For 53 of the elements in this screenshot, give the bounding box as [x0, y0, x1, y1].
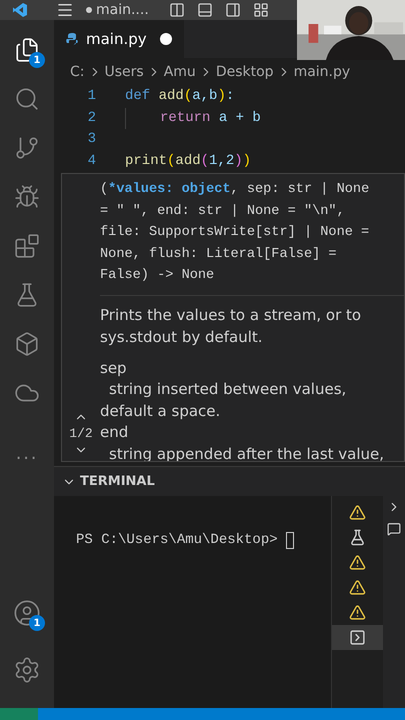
files-tab[interactable]: 1 — [9, 32, 45, 68]
warning-icon — [349, 604, 366, 621]
blocks-icon — [14, 233, 40, 259]
warning-icon — [349, 504, 366, 521]
warning-icon — [349, 579, 366, 596]
panel-icon[interactable] — [196, 2, 213, 18]
panel-header[interactable]: TERMINAL — [54, 466, 405, 496]
count-badge: 1 — [29, 615, 45, 631]
line-number: 3 — [86, 130, 97, 150]
chat-icon[interactable] — [387, 522, 401, 536]
breadcrumb[interactable]: main.py — [294, 62, 350, 82]
account-tab[interactable]: 1 — [9, 595, 45, 631]
gear-icon — [13, 656, 41, 684]
python-icon — [66, 33, 78, 45]
line-number: 1 — [86, 87, 97, 106]
panel-title: TERMINAL — [80, 472, 155, 491]
line-number: 4 — [86, 152, 97, 171]
param-description: string inserted between values, default a space. — [100, 379, 348, 422]
window-title: main.... — [86, 0, 149, 20]
line-number: 2 — [86, 108, 97, 128]
terminal-tab[interactable] — [332, 625, 383, 650]
breadcrumb[interactable]: C: — [70, 62, 84, 82]
code-line: def add(a,b): — [125, 87, 234, 106]
code-line: return a + b — [160, 108, 261, 128]
signature-text: (*values: object, sep: str | None = " ", end: str | None = "\n", file: SupportsWrite[str] | None = None, flush: Literal[False] = False) -> None — [100, 174, 404, 296]
description-text: Prints the values to a stream, or to sys.stdout by default. — [100, 304, 362, 348]
tab-label: main.py — [86, 28, 147, 50]
editor-tab[interactable]: main.py — [54, 20, 184, 58]
bug-icon — [14, 184, 40, 210]
breadcrumb[interactable]: Amu — [164, 62, 196, 82]
count-badge: 1 — [29, 52, 45, 68]
code-line: print(add(1,2)) — [125, 152, 252, 171]
flask-icon — [349, 529, 366, 546]
more-label[interactable]: ... — [16, 440, 38, 468]
files-icon — [14, 37, 40, 63]
search-icon — [14, 86, 40, 112]
layout-icon[interactable] — [168, 2, 185, 18]
breadcrumb[interactable]: Desktop — [216, 62, 274, 82]
branch-icon — [14, 135, 40, 161]
terminal-prompt: PS C:\Users\Amu\Desktop> — [76, 530, 331, 551]
warning-icon — [349, 554, 366, 571]
breadcrumb[interactable]: Users — [104, 62, 144, 82]
grid-icon[interactable] — [252, 2, 269, 18]
pager-label: 1/2 — [69, 424, 93, 442]
cube-icon — [14, 331, 40, 357]
param-name: end — [100, 422, 130, 443]
menu-icon[interactable] — [56, 1, 74, 19]
logo-icon — [12, 2, 28, 18]
account-icon — [13, 599, 41, 627]
cursor-icon — [286, 532, 294, 549]
param-name: sep — [100, 358, 128, 378]
terminal-icon — [349, 629, 366, 646]
sidebar-icon[interactable] — [224, 2, 241, 18]
